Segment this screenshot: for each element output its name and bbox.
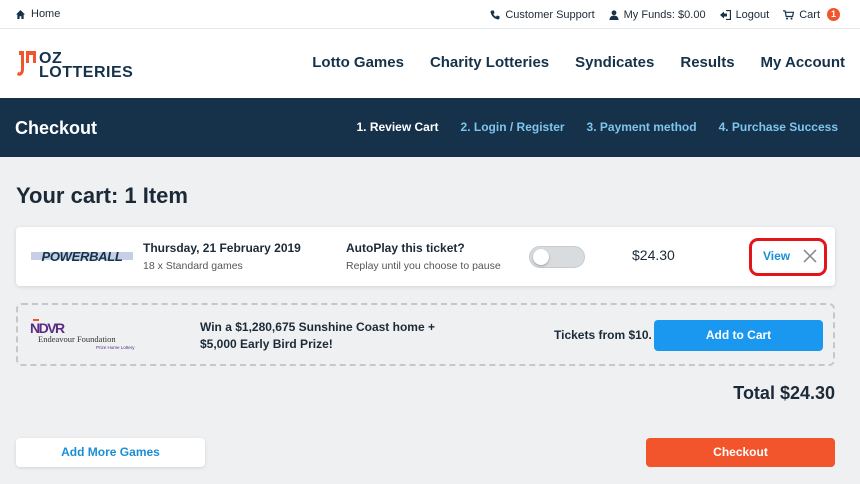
logout-label: Logout — [735, 8, 770, 21]
cart-item-card: POWERBALL Thursday, 21 February 2019 18 … — [16, 227, 835, 286]
funds-label: My Funds: $0.00 — [623, 8, 706, 21]
add-more-games-button[interactable]: Add More Games — [16, 438, 205, 467]
home-label: Home — [31, 8, 61, 20]
main-nav: Lotto Games Charity Lotteries Syndicates… — [312, 54, 845, 71]
customer-support-link[interactable]: Customer Support — [490, 8, 595, 21]
autoplay-toggle[interactable] — [529, 246, 585, 268]
utility-bar: Home Customer Support My Funds: $0.00 Lo… — [0, 0, 860, 29]
step-payment-method[interactable]: 3. Payment method — [587, 120, 697, 134]
autoplay-subtitle: Replay until you choose to pause — [346, 260, 501, 272]
logout-link[interactable]: Logout — [719, 8, 770, 21]
autoplay-title: AutoPlay this ticket? — [346, 241, 465, 255]
user-icon — [609, 9, 619, 20]
step-login-register[interactable]: 2. Login / Register — [461, 120, 565, 134]
endeavour-foundation-name: Endeavour Foundation — [38, 334, 116, 344]
powerball-logo-text: POWERBALL — [41, 249, 122, 264]
cart-title: Your cart: 1 Item — [16, 183, 188, 208]
games-count: 18 x Standard games — [143, 260, 243, 272]
nav-item-charity-lotteries[interactable]: Charity Lotteries — [430, 54, 549, 71]
cart-link[interactable]: Cart 1 — [783, 8, 840, 21]
view-highlight-box: View — [749, 238, 827, 276]
cart-total: Total $24.30 — [733, 383, 835, 403]
close-icon[interactable] — [801, 247, 819, 265]
promo-message: Win a $1,280,675 Sunshine Coast home + $… — [200, 320, 435, 351]
step-review-cart[interactable]: 1. Review Cart — [356, 120, 438, 134]
mascot-icon — [17, 51, 36, 76]
logout-icon — [719, 9, 731, 20]
checkout-steps-bar: Checkout 1. Review Cart 2. Login / Regis… — [0, 98, 860, 157]
powerball-logo: POWERBALL — [31, 249, 133, 264]
phone-icon — [490, 10, 500, 19]
site-header: OZ LOTTERIES Lotto Games Charity Lotteri… — [0, 29, 860, 98]
toggle-knob — [533, 249, 549, 265]
checkout-steps: 1. Review Cart 2. Login / Register 3. Pa… — [356, 120, 838, 134]
checkout-title: Checkout — [15, 118, 98, 138]
logo-line2: LOTTERIES — [39, 64, 134, 81]
endeavour-foundation-logo: NDVR Endeavour Foundation Prize Home Lot… — [30, 319, 135, 350]
nav-item-lotto-games[interactable]: Lotto Games — [312, 54, 404, 71]
nav-item-my-account[interactable]: My Account — [761, 54, 845, 71]
tickets-from: Tickets from $10. — [554, 328, 652, 342]
support-label: Customer Support — [505, 8, 595, 21]
step-purchase-success[interactable]: 4. Purchase Success — [719, 120, 838, 134]
oz-lotteries-logo[interactable]: OZ LOTTERIES — [15, 49, 145, 81]
home-link[interactable]: Home — [16, 8, 60, 20]
home-icon — [16, 9, 25, 19]
charity-promo: NDVR Endeavour Foundation Prize Home Lot… — [16, 303, 835, 366]
view-link[interactable]: View — [763, 249, 790, 263]
item-price: $24.30 — [632, 247, 675, 263]
nav-item-results[interactable]: Results — [680, 54, 734, 71]
cart-icon — [783, 9, 795, 20]
endeavour-foundation-sub: Prize Home Lottery — [96, 345, 135, 350]
cart-count-badge: 1 — [827, 8, 840, 21]
add-to-cart-button[interactable]: Add to Cart — [654, 320, 823, 351]
my-funds-link[interactable]: My Funds: $0.00 — [609, 9, 706, 21]
checkout-button[interactable]: Checkout — [646, 438, 835, 467]
draw-date: Thursday, 21 February 2019 — [143, 241, 301, 255]
cart-label: Cart — [799, 8, 820, 21]
nav-item-syndicates[interactable]: Syndicates — [575, 54, 654, 71]
